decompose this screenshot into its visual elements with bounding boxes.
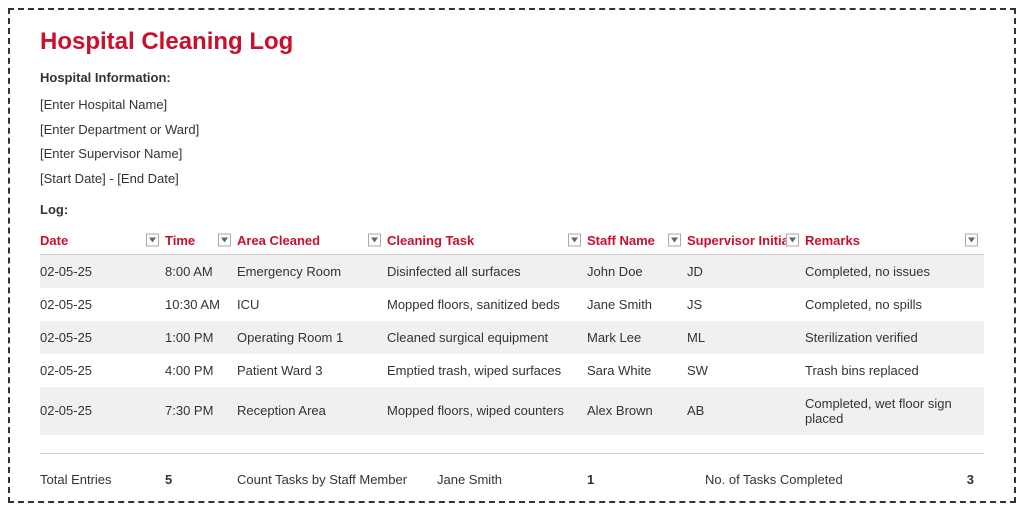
cell-init: SW (687, 354, 805, 387)
cell-init: JD (687, 254, 805, 288)
cell-task: Emptied trash, wiped surfaces (387, 354, 587, 387)
cell-task: Mopped floors, wiped counters (387, 387, 587, 435)
cell-init: ML (687, 321, 805, 354)
table-row: 02-05-25 7:30 PM Reception Area Mopped f… (40, 387, 984, 435)
info-supervisor: [Enter Supervisor Name] (40, 142, 984, 167)
cell-init: AB (687, 387, 805, 435)
summary-count-staff: Jane Smith (437, 472, 587, 487)
cell-staff: Mark Lee (587, 321, 687, 354)
dropdown-icon (221, 238, 228, 243)
col-header-task: Cleaning Task (387, 227, 587, 255)
table-row: 02-05-25 10:30 AM ICU Mopped floors, san… (40, 288, 984, 321)
summary-count-value: 1 (587, 472, 705, 487)
table-row: 02-05-25 4:00 PM Patient Ward 3 Emptied … (40, 354, 984, 387)
col-header-label: Area Cleaned (237, 233, 320, 248)
cell-staff: Jane Smith (587, 288, 687, 321)
col-header-label: Supervisor Initials (687, 233, 800, 248)
col-header-staff: Staff Name (587, 227, 687, 255)
col-header-label: Cleaning Task (387, 233, 474, 248)
table-row: 02-05-25 8:00 AM Emergency Room Disinfec… (40, 254, 984, 288)
cell-remarks: Completed, no spills (805, 288, 984, 321)
table-row: 02-05-25 1:00 PM Operating Room 1 Cleane… (40, 321, 984, 354)
summary-total-value: 5 (165, 472, 237, 487)
dropdown-icon (789, 238, 796, 243)
cell-area: ICU (237, 288, 387, 321)
col-header-label: Staff Name (587, 233, 655, 248)
cell-remarks: Completed, wet floor sign placed (805, 387, 984, 435)
summary-row: Total Entries 5 Count Tasks by Staff Mem… (40, 454, 984, 487)
cell-remarks: Sterilization verified (805, 321, 984, 354)
info-department: [Enter Department or Ward] (40, 118, 984, 143)
cell-remarks: Completed, no issues (805, 254, 984, 288)
cell-staff: John Doe (587, 254, 687, 288)
col-header-area: Area Cleaned (237, 227, 387, 255)
cell-remarks: Trash bins replaced (805, 354, 984, 387)
cell-date: 02-05-25 (40, 354, 165, 387)
hospital-info-block: [Enter Hospital Name] [Enter Department … (40, 93, 984, 192)
filter-button-initials[interactable] (786, 234, 799, 247)
summary-completed-label: No. of Tasks Completed (705, 472, 895, 487)
cell-time: 7:30 PM (165, 387, 237, 435)
cell-time: 10:30 AM (165, 288, 237, 321)
cell-date: 02-05-25 (40, 321, 165, 354)
cell-task: Cleaned surgical equipment (387, 321, 587, 354)
summary-total-label: Total Entries (40, 472, 165, 487)
dropdown-icon (671, 238, 678, 243)
dropdown-icon (371, 238, 378, 243)
summary-completed-value: 3 (895, 472, 984, 487)
filter-button-staff[interactable] (668, 234, 681, 247)
col-header-date: Date (40, 227, 165, 255)
dropdown-icon (571, 238, 578, 243)
cell-area: Reception Area (237, 387, 387, 435)
filter-button-date[interactable] (146, 234, 159, 247)
col-header-label: Remarks (805, 233, 860, 248)
cell-task: Disinfected all surfaces (387, 254, 587, 288)
dropdown-icon (149, 238, 156, 243)
cell-area: Operating Room 1 (237, 321, 387, 354)
col-header-initials: Supervisor Initials (687, 227, 805, 255)
table-body: 02-05-25 8:00 AM Emergency Room Disinfec… (40, 254, 984, 435)
cell-time: 1:00 PM (165, 321, 237, 354)
filter-button-time[interactable] (218, 234, 231, 247)
hospital-info-heading: Hospital Information: (40, 70, 984, 85)
filter-button-remarks[interactable] (965, 234, 978, 247)
cell-staff: Sara White (587, 354, 687, 387)
col-header-remarks: Remarks (805, 227, 984, 255)
cell-area: Emergency Room (237, 254, 387, 288)
log-heading: Log: (40, 202, 984, 217)
summary-count-label: Count Tasks by Staff Member (237, 472, 437, 487)
cell-date: 02-05-25 (40, 387, 165, 435)
table-header-row: Date Time Area Cleaned (40, 227, 984, 255)
cell-time: 8:00 AM (165, 254, 237, 288)
cell-date: 02-05-25 (40, 254, 165, 288)
cell-date: 02-05-25 (40, 288, 165, 321)
cell-task: Mopped floors, sanitized beds (387, 288, 587, 321)
cell-time: 4:00 PM (165, 354, 237, 387)
info-date-range: [Start Date] - [End Date] (40, 167, 984, 192)
col-header-time: Time (165, 227, 237, 255)
filter-button-area[interactable] (368, 234, 381, 247)
cell-init: JS (687, 288, 805, 321)
info-hospital-name: [Enter Hospital Name] (40, 93, 984, 118)
cleaning-log-table: Date Time Area Cleaned (40, 227, 984, 435)
filter-button-task[interactable] (568, 234, 581, 247)
cell-staff: Alex Brown (587, 387, 687, 435)
page-title: Hospital Cleaning Log (40, 28, 984, 56)
dropdown-icon (968, 238, 975, 243)
cell-area: Patient Ward 3 (237, 354, 387, 387)
col-header-label: Date (40, 233, 68, 248)
document-page: Hospital Cleaning Log Hospital Informati… (8, 8, 1016, 503)
col-header-label: Time (165, 233, 195, 248)
